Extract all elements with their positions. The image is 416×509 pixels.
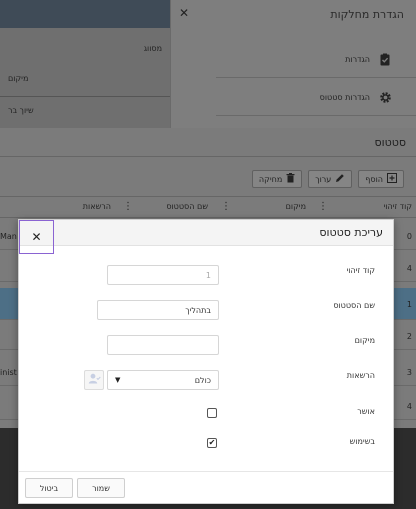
column-menu-icon[interactable]: ⋮ — [123, 201, 133, 212]
id-field[interactable]: 1 — [107, 265, 219, 285]
column-menu-icon[interactable]: ⋮ — [318, 201, 328, 212]
status-title-divider — [0, 156, 416, 157]
in-use-checkbox[interactable]: ✔ — [207, 438, 217, 448]
delete-button[interactable]: מחיקה — [251, 170, 303, 188]
column-header-name[interactable]: שם הסטטוס — [166, 202, 208, 211]
background-text-assign: שיוך בר — [8, 106, 34, 115]
dialog-title: עריכת סטטוס — [319, 226, 383, 239]
gear-icon — [378, 90, 392, 104]
column-header-location[interactable]: מיקום — [286, 202, 306, 211]
caret-down-icon: ▼ — [115, 376, 121, 384]
user-picker-button[interactable] — [84, 370, 104, 390]
row-id: 2 — [406, 332, 412, 341]
pencil-icon — [335, 173, 345, 185]
column-menu-icon[interactable]: ⋮ — [221, 201, 231, 212]
permissions-select[interactable]: ▼ כולם — [107, 370, 219, 390]
background-text-location: מיקום — [8, 74, 29, 83]
save-button[interactable]: שמור — [77, 478, 125, 498]
background-divider — [0, 96, 170, 97]
add-button-label: הוסף — [365, 174, 383, 184]
dept-menu-item-settings[interactable]: הגדרות — [345, 52, 392, 66]
status-panel-title: סטטוס — [374, 136, 406, 149]
status-toolbar: מחיקה ערוך הוסף — [251, 170, 404, 188]
permissions-select-value: כולם — [194, 375, 211, 385]
edit-status-dialog: עריכת סטטוס ✕ קוד זיהוי 1 שם הסטטוס בתהל… — [18, 219, 394, 504]
status-name-label: שם הסטטוס — [333, 301, 375, 310]
dept-menu-divider — [216, 77, 416, 78]
row-id: 0 — [406, 232, 412, 241]
close-icon: ✕ — [31, 230, 42, 244]
department-settings-panel: ✕ הגדרת מחלקות הגדרות הגדרות סטטוס — [170, 0, 416, 128]
dept-menu-item-label: הגדרות — [345, 54, 370, 64]
column-header-permissions[interactable]: הרשאות — [83, 202, 111, 211]
close-button[interactable]: ✕ — [19, 220, 54, 254]
approved-checkbox[interactable] — [207, 408, 217, 418]
dialog-footer-divider — [19, 471, 393, 472]
edit-button[interactable]: ערוך — [308, 170, 353, 188]
row-permissions: inist — [0, 368, 17, 377]
add-button[interactable]: הוסף — [358, 170, 404, 188]
edit-button-label: ערוך — [315, 174, 332, 184]
dept-menu-item-label: הגדרות סטטוס — [319, 92, 370, 102]
dialog-header: עריכת סטטוס — [19, 220, 393, 246]
plus-box-icon — [387, 173, 397, 185]
panel-title: הגדרת מחלקות — [330, 8, 404, 21]
status-name-field[interactable]: בתהליך — [97, 300, 219, 320]
cancel-button[interactable]: ביטול — [25, 478, 73, 498]
dept-menu-divider — [216, 115, 416, 116]
clipboard-check-icon — [378, 52, 392, 66]
row-id: 3 — [406, 368, 412, 377]
close-icon[interactable]: ✕ — [179, 6, 189, 20]
id-label: קוד זיהוי — [346, 266, 375, 275]
in-use-label: בשימוש — [349, 437, 375, 446]
permissions-label: הרשאות — [346, 371, 375, 380]
row-id: 4 — [406, 402, 412, 411]
background-column-text: מסווג — [143, 44, 162, 53]
row-id: 4 — [406, 264, 412, 273]
location-label: מיקום — [354, 336, 375, 345]
checkmark-icon: ✔ — [208, 438, 216, 447]
user-icon — [88, 373, 101, 387]
approved-label: אושר — [357, 407, 375, 416]
dept-menu-item-status-settings[interactable]: הגדרות סטטוס — [320, 90, 392, 104]
row-permissions: Man — [0, 232, 17, 241]
location-field[interactable] — [107, 335, 219, 355]
column-header-id[interactable]: קוד זיהוי — [383, 202, 412, 211]
row-id: 1 — [406, 300, 412, 309]
trash-icon — [286, 173, 295, 185]
delete-button-label: מחיקה — [258, 174, 283, 184]
status-grid-header: קוד זיהוי ⋮ מיקום ⋮ שם הסטטוס ⋮ הרשאות — [0, 196, 416, 218]
